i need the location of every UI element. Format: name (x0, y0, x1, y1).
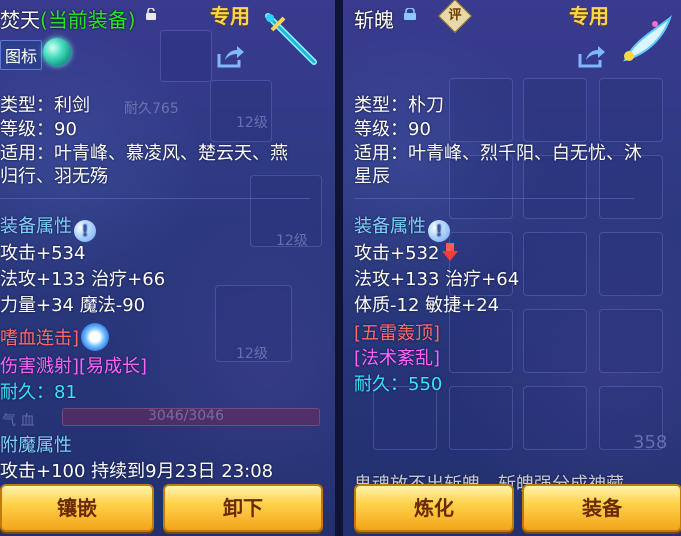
equipped-status: (当前装备) (40, 8, 136, 32)
bg-stack-count: 358 (633, 432, 668, 453)
bg-slot (210, 80, 272, 142)
equip-button[interactable]: 装备 (522, 484, 681, 532)
panel-divider (335, 0, 343, 536)
refine-button[interactable]: 炼化 (354, 484, 514, 532)
share-icon[interactable] (217, 44, 245, 68)
weapon-type: 类型：朴刀 (354, 95, 444, 116)
usable-classes: 适用：叶青峰、烈千阳、白无忧、沐 (354, 143, 642, 164)
bg-slot (160, 30, 212, 82)
blade-icon (623, 15, 673, 62)
skill-splash-growth: 伤害溅射][易成长] (0, 356, 148, 377)
usable-classes-cont: 星辰 (354, 166, 390, 187)
item-title: 焚天(当前装备) (0, 4, 136, 33)
usable-classes-cont: 归行、羽无殇 (0, 166, 108, 187)
bg-slot (449, 309, 513, 373)
swirl-icon (81, 323, 110, 351)
enchant-title: 附魔属性 (0, 435, 72, 456)
sword-icon (265, 13, 317, 65)
weapon-level: 等级：90 (354, 119, 431, 140)
decrease-arrow-icon (442, 243, 459, 261)
weapon-type: 类型：利剑 (0, 95, 90, 116)
bg-hp-label: 气 血 (2, 413, 35, 429)
bg-durability-text: 耐久765 (124, 101, 179, 117)
bg-level-text: 12级 (236, 346, 268, 362)
bg-hp-value: 3046/3046 (148, 408, 224, 424)
bg-slot (523, 386, 587, 450)
skill-line: 嗜血连击] (0, 323, 110, 351)
item-name: 焚天 (0, 8, 40, 32)
bg-level-text: 12级 (236, 115, 268, 131)
divider (354, 198, 634, 199)
exclusive-tag: 专用 (210, 4, 250, 28)
constitution-agility-stat: 体质-12 敏捷+24 (354, 295, 500, 316)
item-title: 斩魄 (354, 8, 394, 32)
attributes-section: 装备属性! (0, 212, 96, 242)
bg-slot (449, 78, 513, 142)
enchant-stat: 攻击+100 持续到9月23日 23:08 (0, 461, 274, 482)
gem-orb-icon[interactable] (43, 38, 71, 66)
attributes-title: 装备属性 (0, 216, 72, 237)
bg-slot (523, 78, 587, 142)
skill-thunder: [五雷轰顶] (354, 323, 441, 344)
unlock-icon[interactable] (145, 8, 159, 20)
rating-badge[interactable]: 评 (438, 0, 472, 33)
durability: 耐久：81 (0, 382, 77, 403)
bg-slot (523, 232, 587, 296)
weapon-level: 等级：90 (0, 119, 77, 140)
bg-slot (449, 386, 513, 450)
skill-bloodlust: 嗜血连击] (0, 328, 80, 349)
attack-stat: 攻击+534 (0, 243, 86, 264)
bg-slot (599, 232, 663, 296)
icon-badge: 图标 (0, 40, 43, 70)
attributes-section: 装备属性! (354, 212, 450, 242)
exclusive-tag: 专用 (569, 4, 609, 28)
lock-icon[interactable] (403, 8, 417, 20)
current-equipment-panel: 耐久765 12级 12级 12级 气 血 3046/3046 焚天(当前装备)… (0, 0, 335, 536)
bg-level-text: 12级 (276, 233, 308, 249)
durability: 耐久：550 (354, 374, 443, 395)
bg-slot (599, 78, 663, 142)
strength-magic-stat: 力量+34 魔法-90 (0, 295, 146, 316)
rating-badge-label: 评 (448, 7, 462, 23)
attack-stat-line: 攻击+532 (354, 239, 459, 265)
bg-slot (599, 309, 663, 373)
magic-heal-stat: 法攻+133 治疗+64 (354, 269, 520, 290)
compare-equipment-panel: 358 斩魄 评 专用 类型：朴刀 等级：90 适用：叶青峰、烈千阳、白无忧、沐… (343, 0, 681, 536)
skill-spell-chaos: [法术紊乱] (354, 348, 441, 369)
share-icon[interactable] (578, 44, 606, 68)
bg-slot (523, 309, 587, 373)
attack-stat: 攻击+532 (354, 243, 440, 264)
magic-heal-stat: 法攻+133 治疗+66 (0, 269, 166, 290)
inlay-button[interactable]: 镶嵌 (0, 484, 154, 532)
unequip-button[interactable]: 卸下 (163, 484, 323, 532)
divider (0, 198, 310, 199)
attributes-title: 装备属性 (354, 216, 426, 237)
